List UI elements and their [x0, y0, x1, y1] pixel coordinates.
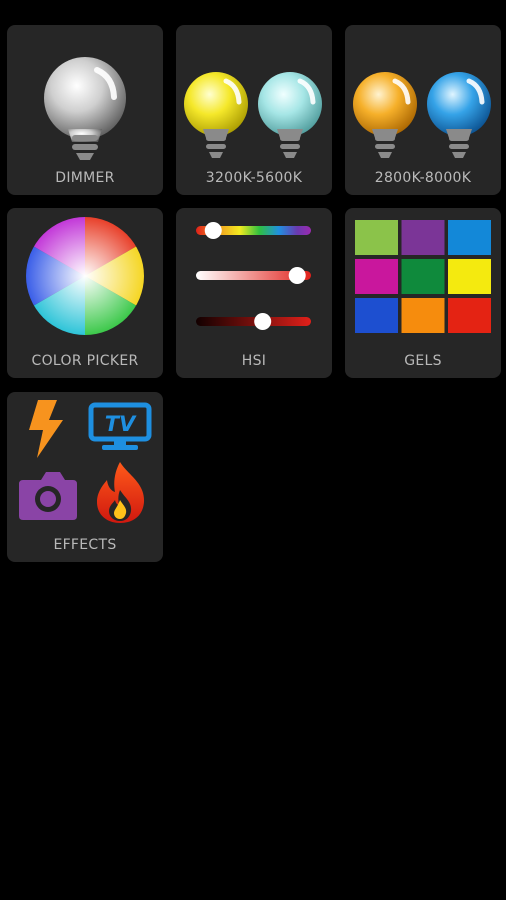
camera-icon	[19, 472, 77, 520]
intensity-slider-track	[196, 317, 311, 326]
hue-slider-knob	[204, 222, 222, 239]
gel-swatch	[401, 259, 445, 294]
effects-tile[interactable]: TV EFFECTS	[7, 392, 163, 562]
gel-swatch	[401, 298, 445, 333]
dimmer-label: DIMMER	[55, 170, 115, 186]
effects-label: EFFECTS	[53, 537, 117, 553]
intensity-slider-knob	[254, 313, 272, 330]
color-picker-label: COLOR PICKER	[31, 353, 139, 369]
bicolor-2800-8000-tile[interactable]: 2800K-8000K	[345, 25, 501, 195]
color-picker-tile[interactable]: COLOR PICKER	[7, 208, 163, 378]
gels-tile[interactable]: GELS	[345, 208, 501, 378]
gel-swatch	[448, 298, 491, 333]
dimmer-tile[interactable]: DIMMER	[7, 25, 163, 195]
svg-text:TV: TV	[105, 412, 137, 436]
gel-swatch	[401, 220, 445, 255]
fire-icon	[97, 462, 145, 523]
lightning-icon	[29, 400, 63, 458]
hsi-label: HSI	[241, 353, 267, 369]
gels-label: GELS	[404, 353, 442, 369]
saturation-slider-knob	[288, 267, 306, 284]
gel-swatch	[448, 220, 491, 255]
gel-swatch	[448, 259, 491, 294]
bicolor-3200-5600-label: 3200K-5600K	[205, 170, 303, 186]
bicolor-2800-8000-label: 2800K-8000K	[374, 170, 472, 186]
hsi-tile[interactable]: HSI	[176, 208, 332, 378]
gel-swatch	[355, 298, 398, 333]
tv-icon: TV	[88, 402, 152, 450]
bicolor-3200-5600-tile[interactable]: 3200K-5600K	[176, 25, 332, 195]
gel-swatch	[355, 220, 398, 255]
gel-swatch	[355, 259, 398, 294]
